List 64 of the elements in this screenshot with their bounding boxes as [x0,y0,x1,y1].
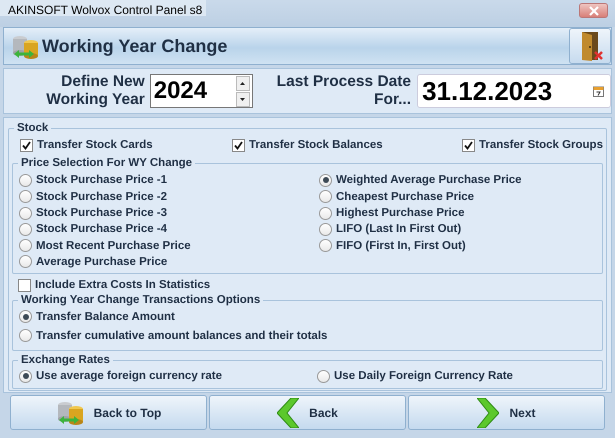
radio-button[interactable] [319,206,332,220]
radio-label: Transfer cumulative amount balances and their totals [36,330,328,342]
radio-button[interactable] [319,174,332,187]
radio-label: LIFO (Last In First Out) [336,223,462,236]
checkbox-label: Transfer Stock Cards [37,139,153,152]
up-arrow-icon [240,82,246,84]
group-title: Exchange Rates [18,352,113,367]
radio-button[interactable] [317,370,330,383]
radio-button[interactable] [19,329,32,342]
radio-label: Most Recent Purchase Price [36,240,191,252]
radio-label: Cheapest Purchase Price [336,190,474,203]
spin-up-button[interactable] [236,76,250,90]
radio-label: Transfer Balance Amount [36,310,175,323]
checkbox[interactable] [20,138,33,152]
year-spin-field[interactable]: 2024 [150,74,253,108]
date-field[interactable]: 31.12.2023 [417,74,611,108]
radio-button[interactable] [19,255,32,268]
close-button[interactable] [579,3,608,18]
nav-button[interactable]: Back to Top [10,395,207,430]
coins-icon [56,399,84,426]
group-title: Working Year Change Transactions Options [18,293,264,308]
radio-label: Stock Purchase Price -3 [36,207,168,220]
radio-label: Highest Purchase Price [336,207,464,220]
spin-down-button[interactable] [236,92,250,106]
radio-button[interactable] [319,222,332,236]
down-arrow-icon [240,98,246,100]
radio-button[interactable] [19,370,32,383]
radio-label: Weighted Average Purchase Price [336,174,522,186]
radio-label: Use Daily Foreign Currency Rate [334,370,513,382]
check-icon [22,140,31,150]
left-chevron-icon [277,398,300,428]
radio-label: Use average foreign currency rate [36,370,222,382]
radio-button[interactable] [19,310,32,324]
checkbox-label: Transfer Stock Balances [249,139,383,152]
field-label: Define New Working Year [45,73,145,109]
radio-label: Average Purchase Price [36,256,168,268]
right-chevron-icon [477,398,500,428]
radio-button[interactable] [319,190,332,204]
checkbox[interactable] [18,278,31,292]
exit-button[interactable] [569,28,611,64]
radio-button[interactable] [19,222,32,236]
check-icon [234,140,244,150]
radio-label: Stock Purchase Price -4 [36,223,168,236]
radio-button[interactable] [19,206,32,220]
close-icon [588,6,598,16]
calendar-icon [593,85,604,97]
radio-button[interactable] [19,239,32,252]
page-title: Working Year Change [42,36,228,56]
check-icon [464,140,473,150]
radio-button[interactable] [319,239,332,252]
group-title: Price Selection For WY Change [18,156,196,170]
window-title: AKINSOFT Wolvox Control Panel s8 [0,0,206,16]
radio-label: FIFO (First In, First Out) [336,240,466,252]
checkbox-label: Transfer Stock Groups [479,139,603,152]
radio-label: Stock Purchase Price -1 [36,174,168,186]
nav-button[interactable]: Next [408,395,605,430]
radio-label: Stock Purchase Price -2 [36,190,168,203]
radio-button[interactable] [19,190,32,204]
checkbox[interactable] [232,138,246,152]
radio-button[interactable] [19,174,32,187]
field-label: Last Process Date For... [276,73,412,109]
nav-button[interactable]: Back [209,395,406,430]
checkbox-label: Include Extra Costs In Statistics [35,279,210,292]
checkbox[interactable] [462,138,475,152]
